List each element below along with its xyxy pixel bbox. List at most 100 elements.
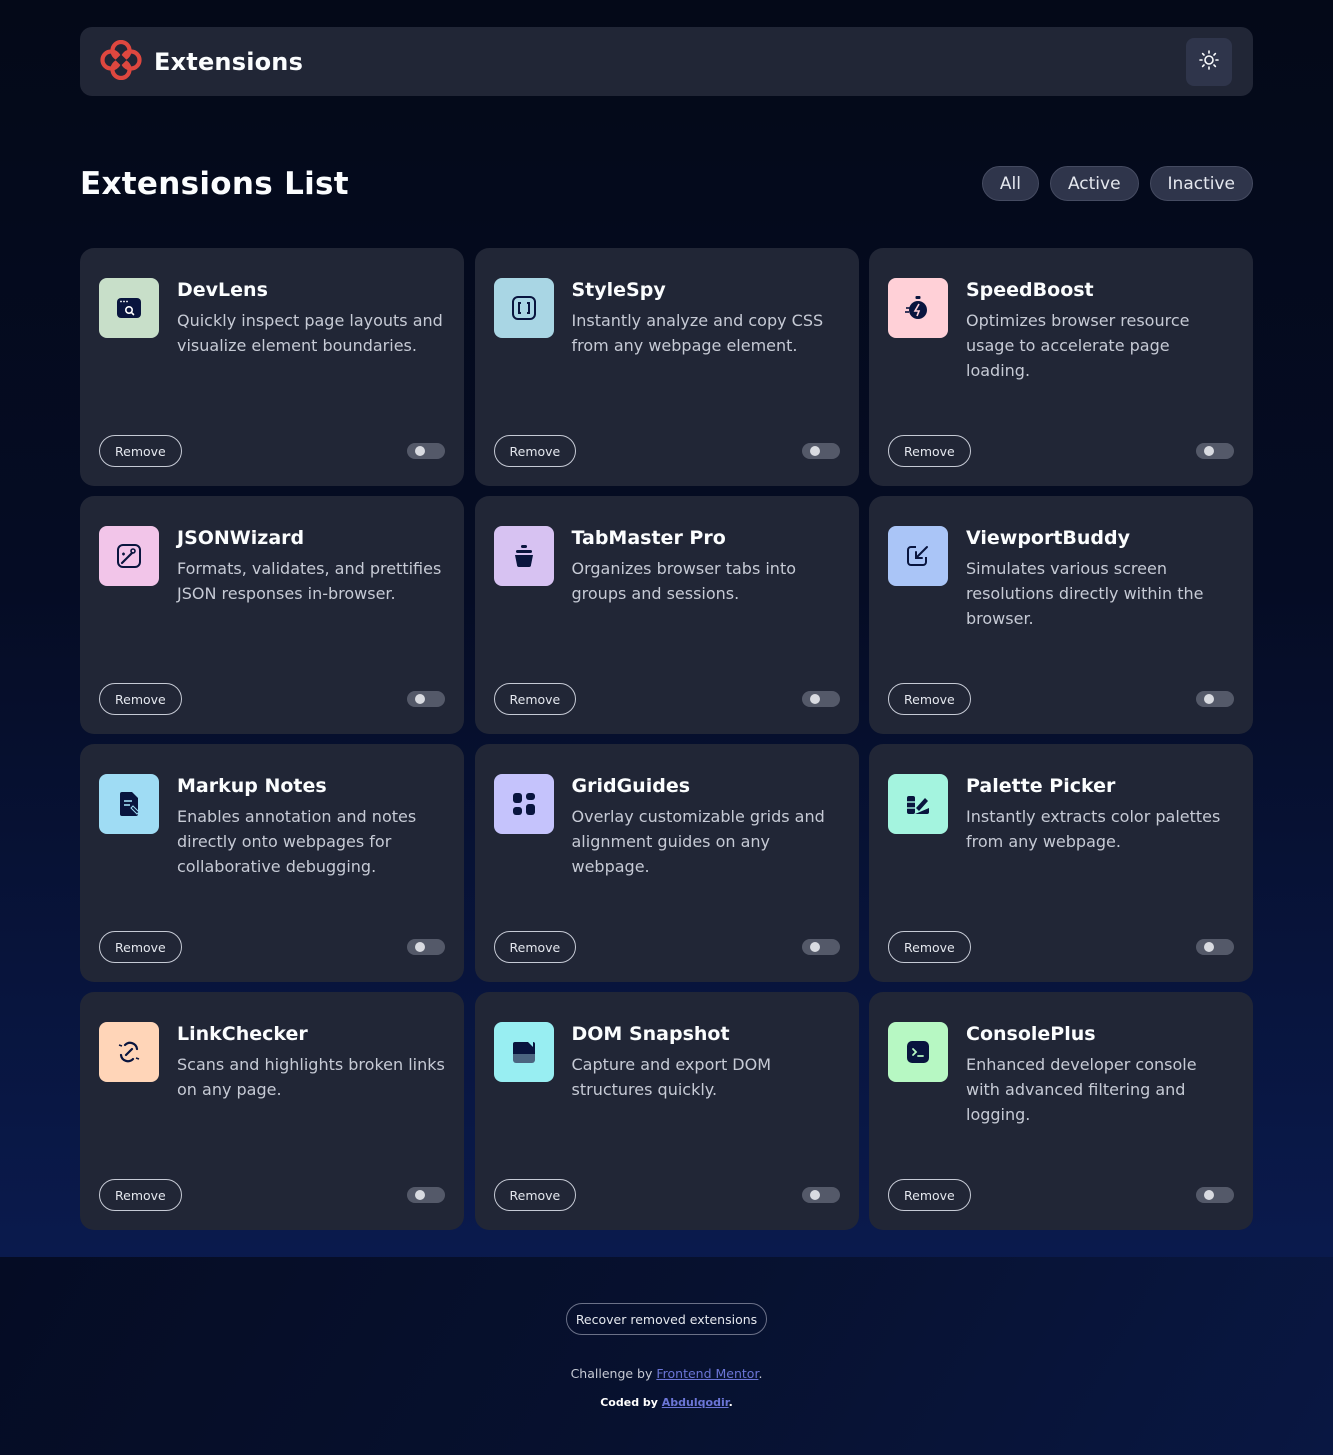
sun-icon [1199, 49, 1219, 74]
extension-card: SpeedBoost Optimizes browser resource usa… [869, 248, 1253, 486]
active-toggle[interactable] [407, 1187, 445, 1203]
extension-name: StyleSpy [571, 279, 666, 301]
remove-button[interactable]: Remove [99, 931, 182, 963]
toggle-knob [1204, 1190, 1214, 1200]
palettepicker-icon [888, 774, 948, 834]
extension-card: DOM Snapshot Capture and export DOM struc… [474, 992, 859, 1230]
remove-button[interactable]: Remove [99, 1179, 182, 1211]
extension-card: Palette Picker Instantly extracts color p… [869, 744, 1253, 982]
extension-description: Enables annotation and notes directly on… [177, 807, 417, 876]
stylespy-icon [493, 278, 554, 338]
tabmaster-icon [493, 526, 554, 586]
toggle-knob [809, 694, 820, 704]
extension-name: ConsolePlus [966, 1023, 1096, 1045]
consoleplus-icon [888, 1022, 948, 1082]
viewportbuddy-icon [888, 526, 948, 586]
remove-button[interactable]: Remove [888, 683, 971, 715]
extension-description: Simulates various screen resolutions dir… [966, 559, 1204, 628]
extension-description: Capture and export DOM structures quickl… [571, 1055, 772, 1099]
extension-card: JSONWizard Formats, validates, and pretti… [80, 496, 464, 734]
logo-icon [100, 39, 142, 84]
toggle-knob [415, 446, 425, 456]
extension-description: Quickly inspect page layouts and visuali… [177, 311, 443, 355]
toggle-knob [1204, 446, 1214, 456]
extension-name: SpeedBoost [966, 279, 1094, 301]
coded-by-attribution: Coded by Abdulqodir. [600, 1396, 733, 1409]
challenge-attribution: Challenge by Frontend Mentor. [570, 1366, 763, 1381]
filter-inactive-button[interactable]: Inactive [1149, 166, 1253, 201]
theme-toggle-button[interactable] [1186, 37, 1232, 86]
filter-active-button[interactable]: Active [1049, 166, 1139, 201]
remove-button[interactable]: Remove [493, 1179, 577, 1211]
gridguides-icon [493, 774, 554, 834]
app-header: Extensions [80, 27, 1253, 96]
toggle-knob [809, 942, 820, 952]
toggle-knob [415, 942, 425, 952]
remove-button[interactable]: Remove [493, 435, 577, 467]
extension-description: Organizes browser tabs into groups and s… [571, 559, 797, 603]
extension-card: GridGuides Overlay customizable grids and… [474, 744, 859, 982]
extension-name: LinkChecker [177, 1023, 308, 1045]
extension-description: Instantly analyze and copy CSS from any … [571, 311, 824, 355]
filter-group: All Active Inactive [981, 166, 1253, 201]
toggle-knob [415, 1190, 425, 1200]
toggle-knob [1204, 942, 1214, 952]
filter-all-button[interactable]: All [981, 166, 1039, 201]
active-toggle[interactable] [801, 443, 840, 459]
active-toggle[interactable] [407, 691, 445, 707]
extension-description: Formats, validates, and prettifies JSON … [177, 559, 442, 603]
active-toggle[interactable] [801, 691, 840, 707]
extension-description: Enhanced developer console with advanced… [966, 1055, 1197, 1124]
author-link[interactable]: Abdulqodir [662, 1396, 729, 1409]
footer: Recover removed extensions Challenge by … [0, 1257, 1333, 1455]
extension-card: ViewportBuddy Simulates various screen re… [869, 496, 1253, 734]
remove-button[interactable]: Remove [99, 683, 182, 715]
active-toggle[interactable] [801, 1187, 840, 1203]
active-toggle[interactable] [407, 939, 445, 955]
extension-card: StyleSpy Instantly analyze and copy CSS f… [474, 248, 859, 486]
active-toggle[interactable] [1196, 1187, 1234, 1203]
devlens-icon [99, 278, 159, 338]
extension-name: JSONWizard [177, 527, 305, 549]
brand-name: Extensions [154, 47, 304, 76]
toggle-knob [415, 694, 425, 704]
extension-name: Markup Notes [177, 775, 327, 797]
extension-card: TabMaster Pro Organizes browser tabs into… [474, 496, 859, 734]
active-toggle[interactable] [1196, 691, 1234, 707]
extensions-grid: DevLens Quickly inspect page layouts and … [80, 248, 1253, 1230]
speedboost-icon [888, 278, 948, 338]
markupnotes-icon [99, 774, 159, 834]
active-toggle[interactable] [407, 443, 445, 459]
extension-card: ConsolePlus Enhanced developer console wi… [869, 992, 1253, 1230]
remove-button[interactable]: Remove [493, 683, 577, 715]
remove-button[interactable]: Remove [888, 1179, 971, 1211]
remove-button[interactable]: Remove [888, 931, 971, 963]
remove-button[interactable]: Remove [888, 435, 971, 467]
list-header: Extensions List All Active Inactive [80, 165, 1253, 202]
extension-name: ViewportBuddy [966, 527, 1131, 549]
extension-name: DOM Snapshot [571, 1023, 730, 1045]
toggle-knob [1204, 694, 1214, 704]
extension-name: TabMaster Pro [571, 527, 726, 549]
extension-name: GridGuides [571, 775, 691, 797]
extension-description: Optimizes browser resource usage to acce… [966, 311, 1190, 380]
brand[interactable]: Extensions [100, 39, 304, 84]
active-toggle[interactable] [801, 939, 840, 955]
frontend-mentor-link[interactable]: Frontend Mentor [656, 1366, 758, 1381]
remove-button[interactable]: Remove [99, 435, 182, 467]
active-toggle[interactable] [1196, 443, 1234, 459]
extension-card: LinkChecker Scans and highlights broken l… [80, 992, 464, 1230]
extension-card: DevLens Quickly inspect page layouts and … [80, 248, 464, 486]
extension-name: Palette Picker [966, 775, 1116, 797]
active-toggle[interactable] [1196, 939, 1234, 955]
page-title: Extensions List [80, 165, 349, 202]
toggle-knob [809, 446, 820, 456]
jsonwizard-icon [99, 526, 159, 586]
remove-button[interactable]: Remove [493, 931, 577, 963]
extension-description: Scans and highlights broken links on any… [177, 1055, 445, 1099]
recover-extensions-button[interactable]: Recover removed extensions [566, 1303, 767, 1335]
extension-description: Overlay customizable grids and alignment… [571, 807, 825, 876]
extension-description: Instantly extracts color palettes from a… [966, 807, 1221, 851]
extension-card: Markup Notes Enables annotation and notes… [80, 744, 464, 982]
linkchecker-icon [99, 1022, 159, 1082]
